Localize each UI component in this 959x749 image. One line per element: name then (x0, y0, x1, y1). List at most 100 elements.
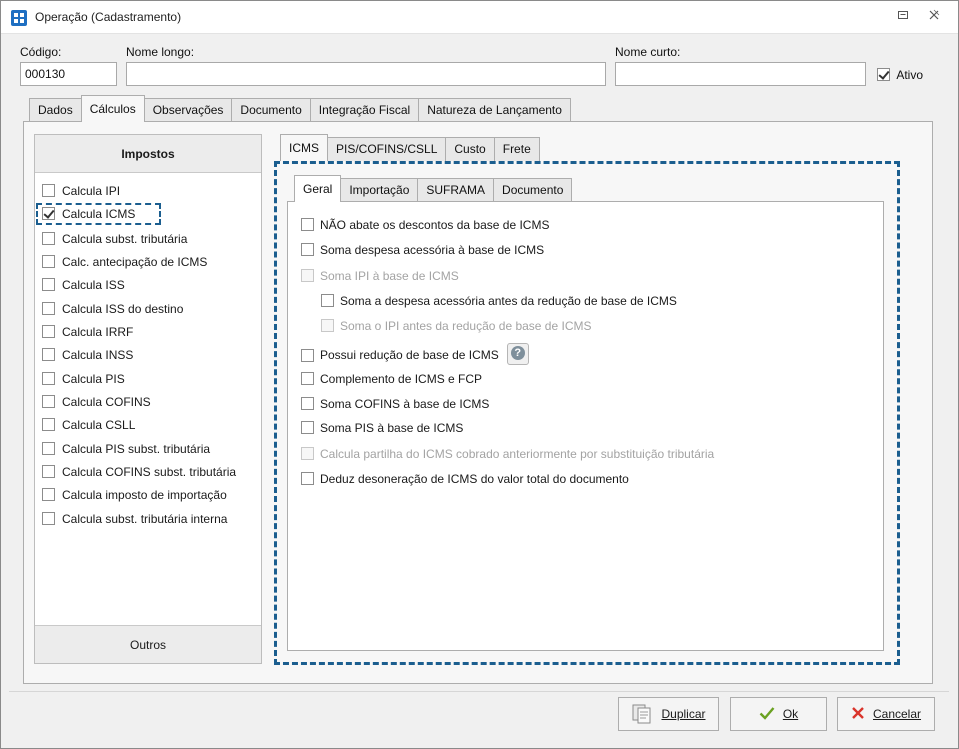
tab-dados[interactable]: Dados (29, 98, 82, 122)
imposto-label: Calcula subst. tributária (62, 231, 188, 246)
icms-option[interactable]: Soma despesa acessória à base de ICMS (301, 242, 544, 260)
imposto-item[interactable]: Calcula PIS subst. tributária (42, 441, 210, 459)
duplicate-icon (631, 702, 653, 727)
icms-tabs: Geral Importação SUFRAMA Documento (294, 175, 573, 202)
tab-integracao-fiscal[interactable]: Integração Fiscal (309, 98, 420, 122)
icms-option-checkbox[interactable] (301, 372, 314, 386)
icms-option-checkbox[interactable] (301, 421, 314, 435)
close-icon[interactable] (925, 9, 943, 25)
ok-button[interactable]: Ok (730, 697, 827, 731)
duplicar-button[interactable]: Duplicar (618, 697, 719, 731)
imposto-item[interactable]: Calcula subst. tributária interna (42, 511, 227, 529)
imposto-checkbox[interactable] (42, 232, 55, 246)
outros-section-button[interactable]: Outros (35, 625, 261, 663)
tab-geral[interactable]: Geral (294, 175, 342, 202)
tab-calculos[interactable]: Cálculos (80, 95, 145, 122)
icms-option[interactable]: Soma a despesa acessória antes da reduçã… (321, 293, 677, 311)
tab-pis-cofins-csll[interactable]: PIS/COFINS/CSLL (327, 137, 447, 161)
icms-option-label: Calcula partilha do ICMS cobrado anterio… (320, 446, 715, 461)
imposto-item[interactable]: Calcula subst. tributária (42, 231, 187, 249)
imposto-label: Calcula IPI (62, 183, 121, 198)
icms-option[interactable]: Possui redução de base de ICMS (301, 343, 529, 365)
icms-option: Soma IPI à base de ICMS (301, 268, 459, 286)
cancelar-label: Cancelar (872, 707, 922, 721)
x-icon (851, 706, 865, 723)
imposto-item[interactable]: Calcula PIS (42, 371, 125, 389)
imposto-label: Calcula ISS (62, 277, 125, 292)
icms-option-checkbox[interactable] (301, 243, 314, 257)
tab-frete[interactable]: Frete (493, 137, 540, 161)
main-tabs: Dados Cálculos Observações Documento Int… (29, 95, 571, 122)
tab-documento[interactable]: Documento (231, 98, 311, 122)
imposto-item[interactable]: Calcula ISS (42, 277, 125, 295)
icms-option[interactable]: Soma PIS à base de ICMS (301, 420, 463, 438)
codigo-field[interactable] (20, 62, 117, 86)
cancelar-button[interactable]: Cancelar (837, 697, 935, 731)
icms-option[interactable]: NÃO abate os descontos da base de ICMS (301, 217, 549, 235)
tab-documento-icms[interactable]: Documento (493, 178, 573, 202)
imposto-item[interactable]: Calcula CSLL (42, 417, 135, 435)
help-icon[interactable] (506, 343, 529, 365)
imposto-checkbox[interactable] (42, 325, 55, 339)
icms-option-checkbox (301, 447, 314, 461)
icms-option-checkbox[interactable] (301, 218, 314, 232)
imposto-item[interactable]: Calcula imposto de importação (42, 487, 227, 505)
imposto-checkbox[interactable] (42, 372, 55, 386)
tab-icms[interactable]: ICMS (280, 134, 328, 161)
imposto-label: Calcula CSLL (62, 417, 136, 432)
icms-option-label: Complemento de ICMS e FCP (320, 371, 483, 386)
icms-option-checkbox[interactable] (321, 294, 334, 308)
imposto-item[interactable]: Calcula IRRF (42, 324, 133, 342)
imposto-label: Calcula imposto de importação (62, 487, 227, 502)
imposto-label: Calcula COFINS subst. tributária (62, 464, 237, 479)
nome-longo-field[interactable] (126, 62, 606, 86)
ok-label: Ok (782, 707, 799, 721)
imposto-checkbox[interactable] (42, 302, 55, 316)
imposto-checkbox[interactable] (42, 512, 55, 526)
app-icon (11, 10, 27, 26)
operacao-window: Operação (Cadastramento) Código: Nome lo… (0, 0, 959, 749)
imposto-label: Calc. antecipação de ICMS (62, 254, 208, 269)
icms-option[interactable]: Soma COFINS à base de ICMS (301, 396, 489, 414)
imposto-checkbox[interactable] (42, 278, 55, 292)
icms-option[interactable]: Deduz desoneração de ICMS do valor total… (301, 471, 629, 489)
check-icon (759, 706, 775, 723)
imposto-item[interactable]: Calc. antecipação de ICMS (42, 254, 207, 272)
icms-option-checkbox (301, 269, 314, 283)
ativo-toggle[interactable]: Ativo (877, 67, 923, 82)
imposto-checkbox[interactable] (42, 488, 55, 502)
imposto-item[interactable]: Calcula IPI (42, 183, 120, 201)
imposto-checkbox[interactable] (42, 395, 55, 409)
restore-icon[interactable] (894, 9, 912, 25)
imposto-item[interactable]: Calcula INSS (42, 347, 133, 365)
icms-option: Calcula partilha do ICMS cobrado anterio… (301, 446, 714, 464)
tab-observacoes[interactable]: Observações (143, 98, 233, 122)
imposto-label: Calcula PIS (62, 371, 125, 386)
icms-option-checkbox[interactable] (301, 348, 314, 362)
imposto-checkbox[interactable] (42, 418, 55, 432)
imposto-item[interactable]: Calcula COFINS (42, 394, 151, 412)
imposto-checkbox[interactable] (42, 442, 55, 456)
imposto-label: Calcula ISS do destino (62, 301, 184, 316)
footer-divider (9, 691, 949, 692)
nome-curto-field[interactable] (615, 62, 866, 86)
icms-option-label: Deduz desoneração de ICMS do valor total… (320, 471, 629, 486)
imposto-checkbox[interactable] (42, 255, 55, 269)
imposto-label: Calcula subst. tributária interna (62, 511, 228, 526)
imposto-item[interactable]: Calcula ISS do destino (42, 301, 183, 319)
tab-natureza-lancamento[interactable]: Natureza de Lançamento (418, 98, 571, 122)
imposto-checkbox[interactable] (42, 465, 55, 479)
nome-longo-label: Nome longo: (126, 45, 195, 59)
imposto-checkbox[interactable] (42, 184, 55, 198)
impostos-header[interactable]: Impostos (35, 135, 261, 173)
imposto-checkbox[interactable] (42, 348, 55, 362)
tab-custo[interactable]: Custo (445, 137, 495, 161)
icms-option[interactable]: Complemento de ICMS e FCP (301, 371, 482, 389)
imposto-label: Calcula PIS subst. tributária (62, 441, 211, 456)
icms-option-checkbox[interactable] (301, 472, 314, 486)
imposto-item[interactable]: Calcula COFINS subst. tributária (42, 464, 236, 482)
ativo-checkbox[interactable] (877, 68, 890, 82)
icms-option-checkbox[interactable] (301, 397, 314, 411)
tab-importacao[interactable]: Importação (340, 178, 419, 202)
tab-suframa[interactable]: SUFRAMA (417, 178, 495, 202)
